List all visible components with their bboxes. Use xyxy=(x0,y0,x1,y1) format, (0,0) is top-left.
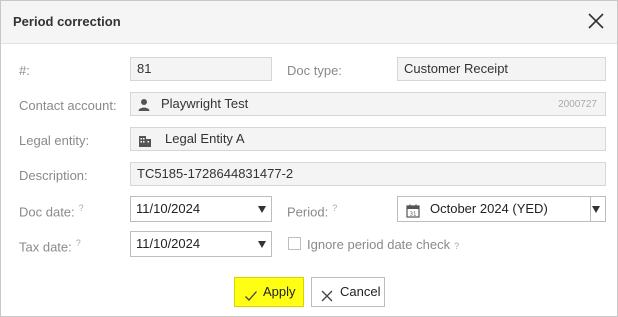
doc-date-label: Doc date:? xyxy=(19,203,84,219)
apply-label: Apply xyxy=(263,284,296,299)
tax-date-dropdown[interactable]: 11/10/2024 xyxy=(130,231,272,257)
chevron-down-icon[interactable] xyxy=(258,206,266,213)
close-icon[interactable] xyxy=(585,10,607,32)
building-icon xyxy=(138,132,152,147)
ignore-period-label[interactable]: Ignore period date check? xyxy=(307,237,459,252)
doc-type-label: Doc type: xyxy=(287,63,342,78)
doc-type-value: Customer Receipt xyxy=(404,61,509,76)
close-icon xyxy=(320,285,334,302)
doc-date-value: 11/10/2024 xyxy=(136,201,201,216)
contact-account-code: 2000727 xyxy=(558,99,597,110)
legal-entity-label: Legal entity: xyxy=(19,133,90,148)
period-label-text: Period: xyxy=(287,204,329,220)
ignore-period-help-icon[interactable]: ? xyxy=(454,241,459,251)
ignore-period-label-text[interactable]: Ignore period date check xyxy=(307,237,450,252)
contact-account-value: Playwright Test xyxy=(161,96,249,111)
tax-date-value: 11/10/2024 xyxy=(136,236,201,251)
calendar-icon[interactable]: 31 xyxy=(406,202,420,218)
cancel-button[interactable]: Cancel xyxy=(311,277,385,307)
checkmark-icon xyxy=(244,285,258,301)
apply-button[interactable]: Apply xyxy=(234,277,304,307)
description-field: TC5185-1728644831477-2 xyxy=(130,162,606,186)
contact-account-label: Contact account: xyxy=(19,98,117,113)
period-correction-dialog: Period correction #: 81 Doc type: Custom… xyxy=(0,0,618,317)
period-label: Period:? xyxy=(287,203,337,219)
legal-entity-value: Legal Entity A xyxy=(165,131,245,146)
number-label: #: xyxy=(19,63,30,78)
period-dropdown[interactable]: 31 October 2024 (YED) xyxy=(397,196,606,222)
tax-date-label-text: Tax date: xyxy=(19,239,72,255)
description-label: Description: xyxy=(19,168,88,183)
cancel-label: Cancel xyxy=(340,284,381,299)
tax-date-help-icon[interactable]: ? xyxy=(76,238,81,248)
doc-date-help-icon[interactable]: ? xyxy=(79,203,84,213)
period-help-icon[interactable]: ? xyxy=(332,203,337,213)
period-value: October 2024 (YED) xyxy=(430,201,548,216)
calendar-day-text: 31 xyxy=(410,212,417,218)
number-field: 81 xyxy=(130,57,272,81)
legal-entity-field: Legal Entity A xyxy=(130,127,606,151)
doc-type-field: Customer Receipt xyxy=(397,57,606,81)
chevron-down-icon[interactable] xyxy=(258,241,266,248)
person-icon xyxy=(137,97,151,111)
ignore-period-checkbox[interactable] xyxy=(288,237,301,250)
period-divider xyxy=(590,197,591,221)
doc-date-dropdown[interactable]: 11/10/2024 xyxy=(130,196,272,222)
number-value: 81 xyxy=(137,61,152,76)
dialog-title: Period correction xyxy=(13,14,121,29)
dialog-header: Period correction xyxy=(1,1,617,44)
description-value: TC5185-1728644831477-2 xyxy=(137,166,294,181)
tax-date-label: Tax date:? xyxy=(19,238,81,254)
chevron-down-icon[interactable] xyxy=(592,206,600,213)
doc-date-label-text: Doc date: xyxy=(19,204,75,220)
contact-account-field: Playwright Test 2000727 xyxy=(130,92,606,116)
